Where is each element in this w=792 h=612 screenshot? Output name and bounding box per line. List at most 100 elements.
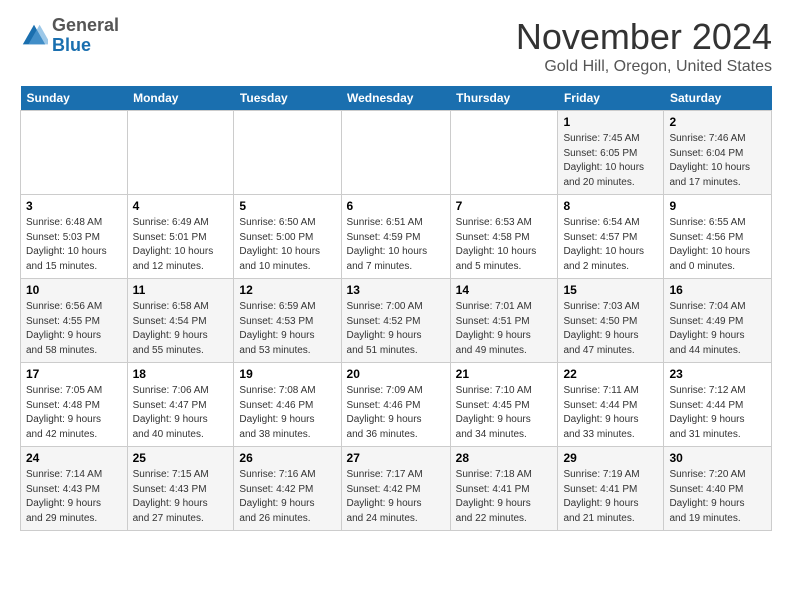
day-number: 21 [456, 367, 553, 381]
day-info: Sunrise: 7:11 AM Sunset: 4:44 PM Dayligh… [563, 384, 658, 442]
logo-icon [20, 22, 48, 50]
day-number: 13 [347, 283, 445, 297]
logo-general: General [52, 15, 119, 35]
day-number: 15 [563, 283, 658, 297]
calendar-cell: 13 Sunrise: 7:00 AM Sunset: 4:52 PM Dayli… [341, 279, 450, 363]
day-info: Sunrise: 6:50 AM Sunset: 5:00 PM Dayligh… [239, 216, 335, 274]
day-info: Sunrise: 7:03 AM Sunset: 4:50 PM Dayligh… [563, 300, 658, 358]
day-info: Sunrise: 7:15 AM Sunset: 4:43 PM Dayligh… [133, 468, 229, 526]
calendar-cell: 19Sunrise: 7:08 AM Sunset: 4:46 PM Dayli… [234, 363, 341, 447]
calendar-cell: 1Sunrise: 7:45 AM Sunset: 6:05 PM Daylig… [558, 111, 664, 195]
day-info: Sunrise: 6:53 AM Sunset: 4:58 PM Dayligh… [456, 216, 553, 274]
calendar-cell: 5 Sunrise: 6:50 AM Sunset: 5:00 PM Daylig… [234, 195, 341, 279]
calendar-cell: 26Sunrise: 7:16 AM Sunset: 4:42 PM Dayli… [234, 447, 341, 531]
day-info: Sunrise: 6:48 AM Sunset: 5:03 PM Dayligh… [26, 216, 122, 274]
title-block: November 2024 Gold Hill, Oregon, United … [516, 16, 772, 76]
calendar-cell: 6 Sunrise: 6:51 AM Sunset: 4:59 PM Daylig… [341, 195, 450, 279]
day-info: Sunrise: 6:51 AM Sunset: 4:59 PM Dayligh… [347, 216, 445, 274]
day-info: Sunrise: 6:54 AM Sunset: 4:57 PM Dayligh… [563, 216, 658, 274]
calendar-cell: 28Sunrise: 7:18 AM Sunset: 4:41 PM Dayli… [450, 447, 558, 531]
day-number: 16 [669, 283, 766, 297]
calendar-cell [127, 111, 234, 195]
day-info: Sunrise: 7:46 AM Sunset: 6:04 PM Dayligh… [669, 132, 766, 190]
day-info: Sunrise: 7:10 AM Sunset: 4:45 PM Dayligh… [456, 384, 553, 442]
logo-blue: Blue [52, 35, 91, 55]
day-info: Sunrise: 7:09 AM Sunset: 4:46 PM Dayligh… [347, 384, 445, 442]
day-number: 10 [26, 283, 122, 297]
calendar-cell [450, 111, 558, 195]
col-monday: Monday [127, 86, 234, 111]
calendar-body: 1Sunrise: 7:45 AM Sunset: 6:05 PM Daylig… [21, 111, 772, 531]
calendar-cell: 30Sunrise: 7:20 AM Sunset: 4:40 PM Dayli… [664, 447, 772, 531]
logo: General Blue [20, 16, 119, 56]
day-number: 3 [26, 199, 122, 213]
calendar-week-0: 1Sunrise: 7:45 AM Sunset: 6:05 PM Daylig… [21, 111, 772, 195]
page-header: General Blue November 2024 Gold Hill, Or… [20, 16, 772, 76]
day-info: Sunrise: 7:19 AM Sunset: 4:41 PM Dayligh… [563, 468, 658, 526]
day-number: 1 [563, 115, 658, 129]
day-info: Sunrise: 7:18 AM Sunset: 4:41 PM Dayligh… [456, 468, 553, 526]
day-number: 12 [239, 283, 335, 297]
day-info: Sunrise: 7:12 AM Sunset: 4:44 PM Dayligh… [669, 384, 766, 442]
day-info: Sunrise: 7:14 AM Sunset: 4:43 PM Dayligh… [26, 468, 122, 526]
page-container: General Blue November 2024 Gold Hill, Or… [0, 0, 792, 541]
calendar-cell: 4Sunrise: 6:49 AM Sunset: 5:01 PM Daylig… [127, 195, 234, 279]
day-number: 14 [456, 283, 553, 297]
col-wednesday: Wednesday [341, 86, 450, 111]
day-number: 6 [347, 199, 445, 213]
col-sunday: Sunday [21, 86, 128, 111]
day-number: 4 [133, 199, 229, 213]
header-row: Sunday Monday Tuesday Wednesday Thursday… [21, 86, 772, 111]
logo-text: General Blue [52, 16, 119, 56]
day-number: 20 [347, 367, 445, 381]
day-number: 18 [133, 367, 229, 381]
calendar-table: Sunday Monday Tuesday Wednesday Thursday… [20, 86, 772, 531]
calendar-cell: 22Sunrise: 7:11 AM Sunset: 4:44 PM Dayli… [558, 363, 664, 447]
calendar-cell: 27Sunrise: 7:17 AM Sunset: 4:42 PM Dayli… [341, 447, 450, 531]
calendar-cell: 16 Sunrise: 7:04 AM Sunset: 4:49 PM Dayli… [664, 279, 772, 363]
day-info: Sunrise: 7:20 AM Sunset: 4:40 PM Dayligh… [669, 468, 766, 526]
day-info: Sunrise: 7:04 AM Sunset: 4:49 PM Dayligh… [669, 300, 766, 358]
day-number: 24 [26, 451, 122, 465]
day-number: 26 [239, 451, 335, 465]
day-number: 27 [347, 451, 445, 465]
calendar-week-1: 3 Sunrise: 6:48 AM Sunset: 5:03 PM Daylig… [21, 195, 772, 279]
day-info: Sunrise: 7:00 AM Sunset: 4:52 PM Dayligh… [347, 300, 445, 358]
day-number: 5 [239, 199, 335, 213]
calendar-cell: 7 Sunrise: 6:53 AM Sunset: 4:58 PM Daylig… [450, 195, 558, 279]
col-thursday: Thursday [450, 86, 558, 111]
col-tuesday: Tuesday [234, 86, 341, 111]
day-info: Sunrise: 7:06 AM Sunset: 4:47 PM Dayligh… [133, 384, 229, 442]
calendar-header: Sunday Monday Tuesday Wednesday Thursday… [21, 86, 772, 111]
day-number: 7 [456, 199, 553, 213]
day-number: 25 [133, 451, 229, 465]
calendar-week-2: 10 Sunrise: 6:56 AM Sunset: 4:55 PM Dayli… [21, 279, 772, 363]
calendar-cell: 17Sunrise: 7:05 AM Sunset: 4:48 PM Dayli… [21, 363, 128, 447]
calendar-cell: 18 Sunrise: 7:06 AM Sunset: 4:47 PM Dayli… [127, 363, 234, 447]
location: Gold Hill, Oregon, United States [516, 58, 772, 76]
day-info: Sunrise: 7:08 AM Sunset: 4:46 PM Dayligh… [239, 384, 335, 442]
calendar-cell: 29 Sunrise: 7:19 AM Sunset: 4:41 PM Dayli… [558, 447, 664, 531]
day-number: 11 [133, 283, 229, 297]
day-info: Sunrise: 6:56 AM Sunset: 4:55 PM Dayligh… [26, 300, 122, 358]
day-number: 29 [563, 451, 658, 465]
col-saturday: Saturday [664, 86, 772, 111]
calendar-week-4: 24 Sunrise: 7:14 AM Sunset: 4:43 PM Dayli… [21, 447, 772, 531]
day-info: Sunrise: 7:01 AM Sunset: 4:51 PM Dayligh… [456, 300, 553, 358]
calendar-cell [234, 111, 341, 195]
month-title: November 2024 [516, 16, 772, 58]
day-number: 23 [669, 367, 766, 381]
calendar-cell: 8Sunrise: 6:54 AM Sunset: 4:57 PM Daylig… [558, 195, 664, 279]
calendar-cell: 14 Sunrise: 7:01 AM Sunset: 4:51 PM Dayli… [450, 279, 558, 363]
calendar-cell: 24 Sunrise: 7:14 AM Sunset: 4:43 PM Dayli… [21, 447, 128, 531]
calendar-cell: 9Sunrise: 6:55 AM Sunset: 4:56 PM Daylig… [664, 195, 772, 279]
calendar-cell: 12Sunrise: 6:59 AM Sunset: 4:53 PM Dayli… [234, 279, 341, 363]
col-friday: Friday [558, 86, 664, 111]
day-number: 17 [26, 367, 122, 381]
calendar-cell: 15 Sunrise: 7:03 AM Sunset: 4:50 PM Dayli… [558, 279, 664, 363]
calendar-cell [21, 111, 128, 195]
calendar-cell: 25 Sunrise: 7:15 AM Sunset: 4:43 PM Dayli… [127, 447, 234, 531]
calendar-cell: 3 Sunrise: 6:48 AM Sunset: 5:03 PM Daylig… [21, 195, 128, 279]
calendar-cell: 11Sunrise: 6:58 AM Sunset: 4:54 PM Dayli… [127, 279, 234, 363]
calendar-week-3: 17Sunrise: 7:05 AM Sunset: 4:48 PM Dayli… [21, 363, 772, 447]
